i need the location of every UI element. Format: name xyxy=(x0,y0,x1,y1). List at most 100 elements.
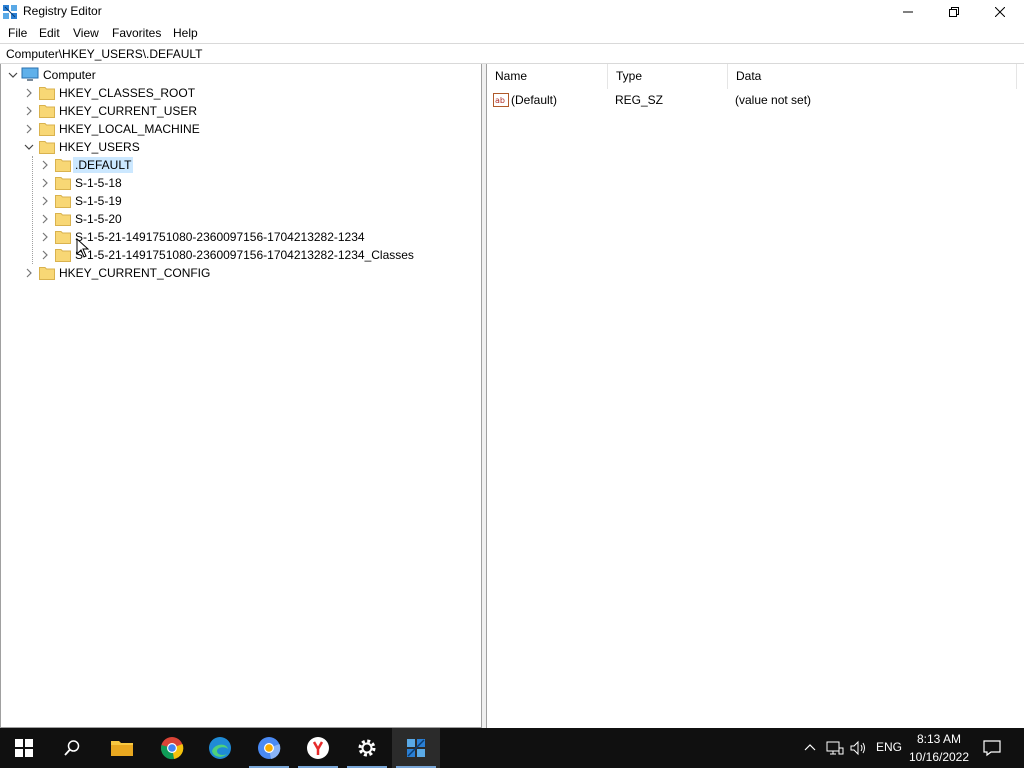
search-button[interactable] xyxy=(48,728,96,768)
column-header-type[interactable]: Type xyxy=(608,64,728,89)
tree-node-label: HKEY_USERS xyxy=(59,140,140,154)
tree-node[interactable]: HKEY_LOCAL_MACHINE xyxy=(1,120,481,138)
close-button[interactable] xyxy=(977,0,1023,23)
chevron-right-icon[interactable] xyxy=(23,105,35,117)
tree-node-label: HKEY_CURRENT_CONFIG xyxy=(59,266,211,280)
chevron-right-icon[interactable] xyxy=(23,267,35,279)
start-icon xyxy=(15,739,33,757)
registry-editor-app-icon xyxy=(2,4,18,20)
address-bar xyxy=(0,43,1024,64)
clock-date: 10/16/2022 xyxy=(908,750,970,764)
language-indicator[interactable]: ENG xyxy=(876,740,902,754)
computer-icon xyxy=(21,67,39,81)
tree-node[interactable]: S-1-5-18 xyxy=(1,174,481,192)
chevron-right-icon[interactable] xyxy=(23,123,35,135)
tree-node[interactable]: S-1-5-19 xyxy=(1,192,481,210)
menu-edit[interactable]: Edit xyxy=(39,25,60,41)
values-list-pane[interactable]: Name Type Data ab (Default) REG_SZ (valu… xyxy=(486,64,1024,728)
regedit-icon xyxy=(407,739,425,757)
tree-node[interactable]: HKEY_CURRENT_USER xyxy=(1,102,481,120)
taskbar-edge[interactable] xyxy=(196,728,244,768)
taskbar-settings[interactable] xyxy=(343,728,391,768)
value-name: (Default) xyxy=(511,93,558,107)
tree-node-label: S-1-5-20 xyxy=(75,212,122,226)
chromium-icon xyxy=(258,737,281,759)
string-value-icon: ab xyxy=(493,93,509,107)
tree-root-computer[interactable]: Computer xyxy=(1,66,481,84)
file-explorer-icon xyxy=(111,741,133,756)
menu-help[interactable]: Help xyxy=(173,25,198,41)
yandex-icon xyxy=(307,737,329,759)
chevron-down-icon[interactable] xyxy=(23,141,35,153)
close-icon xyxy=(995,6,1005,17)
tree-node[interactable]: S-1-5-20 xyxy=(1,210,481,228)
taskbar-chromium[interactable] xyxy=(245,728,293,768)
chevron-down-icon[interactable] xyxy=(7,69,19,81)
start-button[interactable] xyxy=(0,728,48,768)
tree-node-label: S-1-5-21-1491751080-2360097156-170421328… xyxy=(75,248,414,262)
chevron-right-icon[interactable] xyxy=(39,213,51,225)
value-data: (value not set) xyxy=(735,93,812,107)
tree-node[interactable]: S-1-5-21-1491751080-2360097156-170421328… xyxy=(1,246,481,264)
value-type: REG_SZ xyxy=(615,93,664,107)
chevron-right-icon[interactable] xyxy=(39,177,51,189)
tree-node[interactable]: HKEY_CURRENT_CONFIG xyxy=(1,264,481,282)
folder-icon xyxy=(39,141,55,154)
address-input[interactable] xyxy=(0,44,1024,63)
settings-icon xyxy=(358,739,376,757)
chevron-right-icon[interactable] xyxy=(39,159,51,171)
column-header-data[interactable]: Data xyxy=(728,64,1017,89)
tree-node-label: S-1-5-18 xyxy=(75,176,122,190)
column-header-name[interactable]: Name xyxy=(487,64,608,89)
folder-icon xyxy=(55,231,71,244)
folder-icon xyxy=(39,123,55,136)
restore-button[interactable] xyxy=(931,0,977,23)
volume-icon[interactable] xyxy=(850,740,868,756)
header-end xyxy=(1016,64,1024,89)
chevron-right-icon[interactable] xyxy=(39,249,51,261)
notification-icon[interactable] xyxy=(983,739,1001,757)
chevron-right-icon[interactable] xyxy=(23,87,35,99)
svg-text:ab: ab xyxy=(495,96,505,105)
taskbar-chrome[interactable] xyxy=(148,728,196,768)
tree-node-label: HKEY_CLASSES_ROOT xyxy=(59,86,196,100)
folder-icon xyxy=(55,249,71,262)
taskbar: ENG 8:13 AM 10/16/2022 xyxy=(0,728,1024,768)
chevron-right-icon[interactable] xyxy=(39,231,51,243)
key-tree-pane[interactable]: Computer HKEY_CLASSES_ROOT HKEY_CURRENT_U… xyxy=(0,64,482,728)
minimize-button[interactable] xyxy=(885,0,931,23)
menu-favorites[interactable]: Favorites xyxy=(112,25,161,41)
tree-node[interactable]: HKEY_USERS xyxy=(1,138,481,156)
menu-file[interactable]: File xyxy=(8,25,27,41)
tree-node-label: HKEY_LOCAL_MACHINE xyxy=(59,122,200,136)
tree-node-label: HKEY_CURRENT_USER xyxy=(59,104,198,118)
tree-node[interactable]: S-1-5-21-1491751080-2360097156-170421328… xyxy=(1,228,481,246)
menu-bar: File Edit View Favorites Help xyxy=(0,23,1024,43)
tree-node-label: S-1-5-19 xyxy=(75,194,122,208)
search-icon xyxy=(64,740,80,756)
restore-icon xyxy=(949,6,959,17)
mouse-cursor-icon xyxy=(76,238,90,258)
taskbar-yandex[interactable] xyxy=(294,728,342,768)
tree-node[interactable]: HKEY_CLASSES_ROOT xyxy=(1,84,481,102)
taskbar-registry-editor[interactable] xyxy=(392,728,440,768)
folder-icon xyxy=(55,195,71,208)
chrome-icon xyxy=(161,737,184,760)
folder-icon xyxy=(55,159,71,172)
show-hidden-icons-icon[interactable] xyxy=(804,742,816,754)
minimize-icon xyxy=(903,11,913,12)
value-row[interactable]: ab (Default) REG_SZ (value not set) xyxy=(487,90,1023,110)
edge-icon xyxy=(209,737,231,759)
tree-node[interactable]: .DEFAULT xyxy=(1,156,481,174)
clock[interactable]: 8:13 AM 10/16/2022 xyxy=(906,730,972,766)
folder-icon xyxy=(39,87,55,100)
network-icon[interactable] xyxy=(826,740,844,756)
taskbar-file-explorer[interactable] xyxy=(98,728,146,768)
menu-view[interactable]: View xyxy=(73,25,99,41)
folder-icon xyxy=(55,177,71,190)
folder-icon xyxy=(55,213,71,226)
folder-icon xyxy=(39,105,55,118)
chevron-right-icon[interactable] xyxy=(39,195,51,207)
tree-label-computer: Computer xyxy=(43,68,96,82)
title-bar: Registry Editor xyxy=(0,0,1024,23)
